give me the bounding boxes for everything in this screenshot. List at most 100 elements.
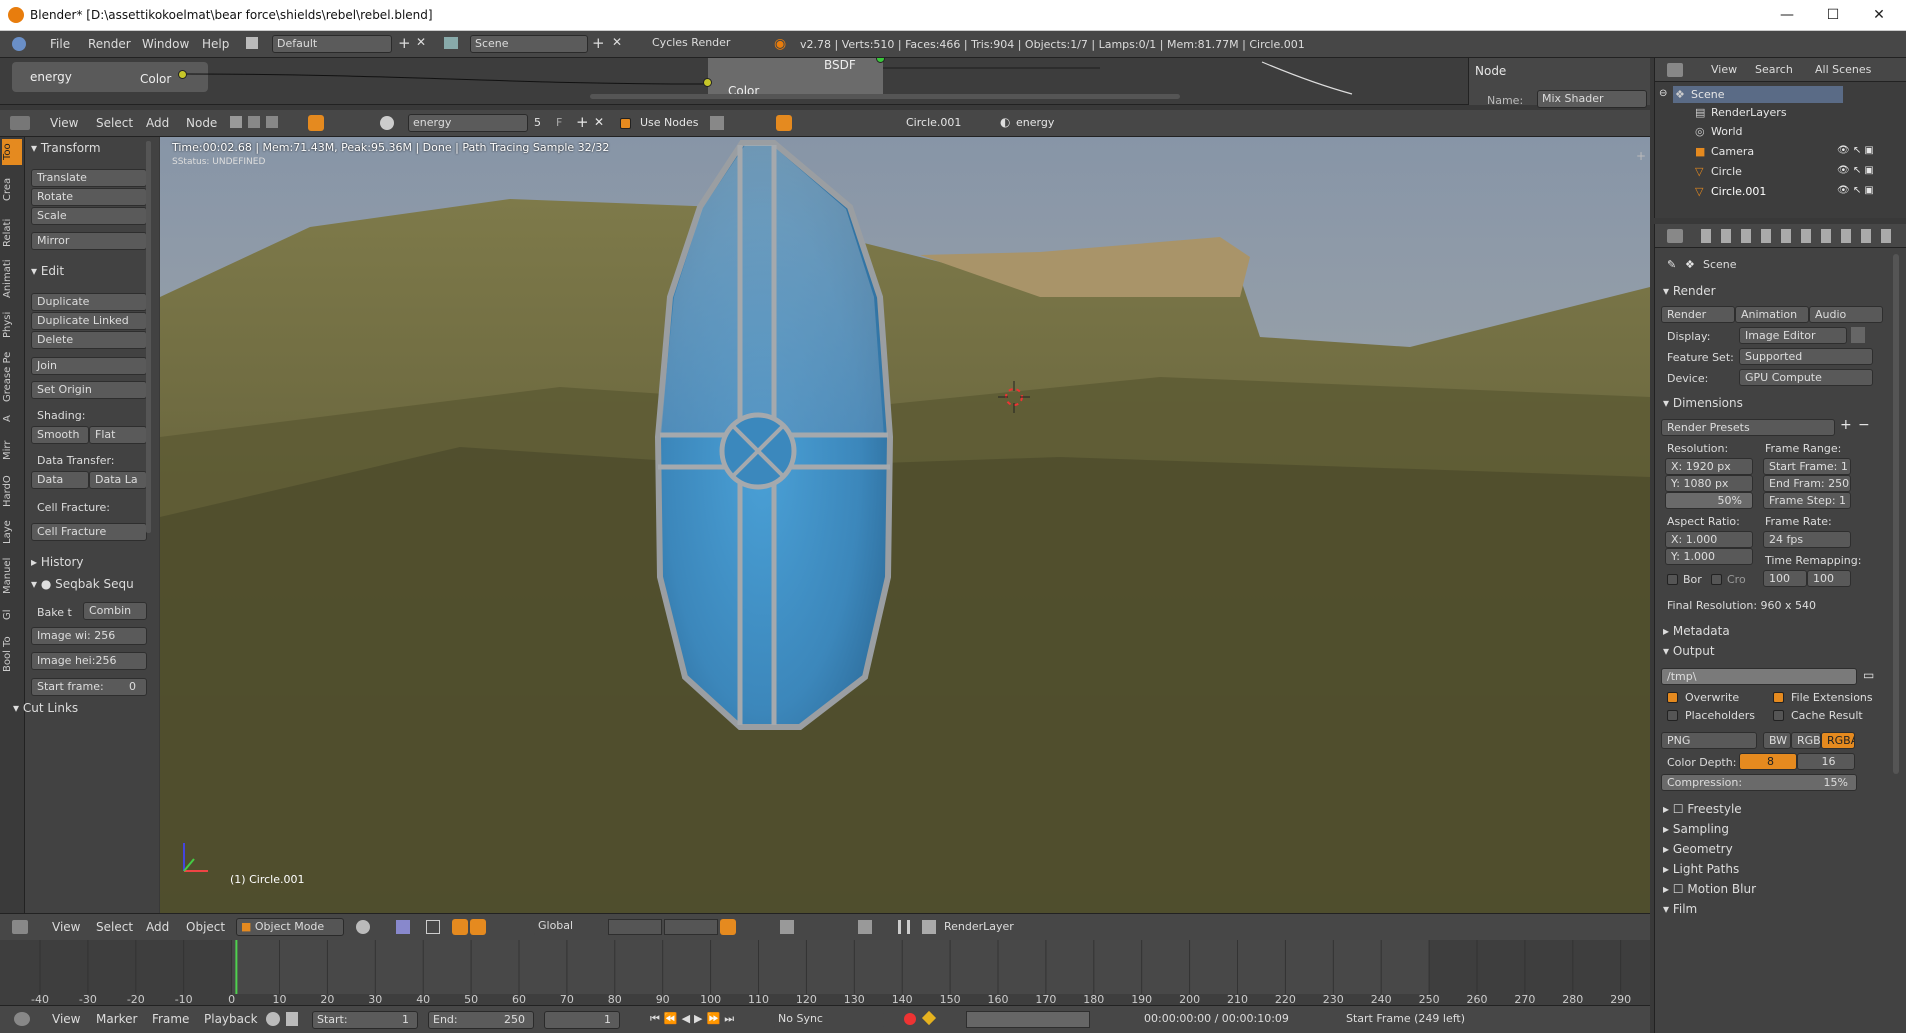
outliner-tab-all-scenes[interactable]: All Scenes — [1815, 63, 1871, 76]
minimize-button[interactable]: — — [1764, 0, 1810, 31]
close-button[interactable]: ✕ — [1856, 0, 1902, 31]
tab-mirror[interactable]: Mirr — [2, 433, 22, 467]
current-frame-field[interactable]: 1 — [544, 1011, 620, 1029]
mode-select[interactable]: ■ Object Mode — [236, 918, 344, 936]
expand-icon[interactable]: ⊖ — [1659, 88, 1667, 99]
keying-icon[interactable] — [266, 1012, 280, 1026]
use-nodes-checkbox[interactable] — [620, 118, 631, 129]
translate-button[interactable]: Translate — [31, 169, 147, 187]
translate-manipulator-icon[interactable] — [452, 919, 468, 935]
remap-old-field[interactable]: 100 — [1763, 570, 1807, 587]
frame-rate-select[interactable]: 24 fps — [1763, 531, 1851, 548]
pin-icon[interactable] — [710, 116, 724, 130]
tab-hardops[interactable]: HardO — [2, 471, 22, 511]
menu-render[interactable]: Render — [88, 37, 131, 51]
layers-grid-1[interactable] — [608, 919, 662, 935]
rgb-button[interactable]: RGB — [1791, 732, 1821, 749]
geometry-header[interactable]: ▸ Geometry — [1663, 842, 1733, 856]
start-field[interactable]: Start: 1 — [312, 1011, 418, 1029]
pin-context-icon[interactable]: ✎ — [1667, 258, 1676, 271]
snap-icon[interactable] — [776, 115, 792, 131]
transform-header[interactable]: ▾ Transform — [31, 141, 101, 155]
aspect-y-field[interactable]: Y: 1.000 — [1665, 548, 1753, 565]
node-menu-node[interactable]: Node — [186, 116, 217, 130]
sampling-header[interactable]: ▸ Sampling — [1663, 822, 1729, 836]
add-layout-icon[interactable]: + — [398, 34, 411, 52]
border-checkbox[interactable] — [1667, 574, 1678, 585]
shader-node[interactable]: BSDF Color — [708, 58, 883, 98]
node-name-field[interactable]: Mix Shader — [1537, 90, 1647, 108]
cell-fracture-button[interactable]: Cell Fracture — [31, 523, 147, 541]
remove-layout-icon[interactable]: ✕ — [416, 35, 426, 49]
new-material-icon[interactable]: + — [576, 113, 589, 131]
keyframe-icon[interactable] — [921, 1010, 937, 1026]
flat-button[interactable]: Flat — [89, 426, 147, 444]
view3d-menu-select[interactable]: Select — [96, 920, 133, 934]
maximize-button[interactable]: ☐ — [1810, 0, 1856, 31]
visibility-eye-icon-3[interactable]: 👁 ↖ ▣ — [1837, 185, 1874, 196]
film-header[interactable]: ▾ Film — [1663, 902, 1697, 916]
res-y-field[interactable]: Y: 1080 px — [1665, 475, 1753, 492]
tab-physics[interactable]: Physi — [2, 305, 22, 345]
scene-field[interactable]: Scene — [470, 35, 588, 53]
res-percent-field[interactable]: 50% — [1665, 492, 1753, 509]
add-preset-icon[interactable]: + — [1840, 417, 1852, 433]
image-width-field[interactable]: Image wi: 256 — [31, 627, 147, 645]
rotate-manipulator-icon[interactable] — [470, 919, 486, 935]
end-frame-field[interactable]: End Fram: 250 — [1763, 475, 1851, 492]
bw-button[interactable]: BW — [1763, 732, 1791, 749]
orientation-select[interactable]: Global — [534, 918, 602, 936]
properties-context-icons[interactable] — [1701, 229, 1891, 243]
object-type-icon[interactable] — [248, 116, 260, 128]
lock-interface-icon[interactable] — [1851, 327, 1865, 343]
visibility-eye-icon[interactable]: 👁 ↖ ▣ — [1837, 145, 1874, 156]
add-scene-icon[interactable]: + — [592, 34, 605, 52]
node-menu-add[interactable]: Add — [146, 116, 169, 130]
tab-grease-pencil[interactable]: Grease Pe — [2, 349, 22, 405]
render-layer-label[interactable]: RenderLayer — [944, 920, 1014, 933]
fake-user-button[interactable]: F — [556, 116, 562, 129]
3d-viewport[interactable]: SStatus: UNDEFINED (1) Circle.001 + — [160, 137, 1650, 913]
tab-a[interactable]: A — [2, 409, 22, 429]
aspect-x-field[interactable]: X: 1.000 — [1665, 531, 1753, 548]
outliner-label-circle001[interactable]: Circle.001 — [1711, 185, 1766, 198]
edit-header[interactable]: ▾ Edit — [31, 264, 64, 278]
timeline-ruler[interactable]: -40 -30 -20 -10 0 10 20 30 40 50 60 70 80 90 100 110 120… — [0, 940, 1650, 1005]
data-layout-button[interactable]: Data La — [89, 471, 147, 489]
material-browse-icon[interactable] — [380, 116, 394, 130]
timeline-area[interactable]: -40 -30 -20 -10 0 10 20 30 40 50 60 70 80 90 100 110 120… — [0, 940, 1650, 1005]
layout-icon[interactable] — [246, 37, 258, 49]
scene-icon[interactable] — [444, 37, 458, 49]
remove-scene-icon[interactable]: ✕ — [612, 35, 622, 49]
node-menu-select[interactable]: Select — [96, 116, 133, 130]
data-transfer-button[interactable]: Data — [31, 471, 89, 489]
sync-select[interactable]: No Sync — [774, 1011, 884, 1029]
delete-button[interactable]: Delete — [31, 331, 147, 349]
keying-set-field[interactable] — [966, 1011, 1090, 1028]
opengl-render-icon[interactable] — [858, 920, 872, 934]
placeholders-checkbox[interactable] — [1667, 710, 1678, 721]
output-path-field[interactable]: /tmp\ — [1661, 668, 1857, 685]
animation-button[interactable]: Animation — [1735, 306, 1809, 323]
manipulator-icon[interactable] — [426, 920, 440, 934]
material-name-field[interactable]: energy — [408, 114, 528, 132]
duplicate-linked-button[interactable]: Duplicate Linked — [31, 312, 147, 330]
remove-preset-icon[interactable]: − — [1858, 417, 1870, 433]
history-header[interactable]: ▸ History — [31, 555, 84, 569]
material-slot[interactable]: energy — [1016, 116, 1054, 129]
tab-relations[interactable]: Relati — [2, 213, 22, 253]
mirror-button[interactable]: Mirror — [31, 232, 147, 250]
device-select[interactable]: GPU Compute — [1739, 369, 1873, 386]
playback-controls[interactable]: ⏮⏪◀▶⏩⏭ — [650, 1012, 738, 1026]
pause-render-icon[interactable] — [898, 920, 910, 934]
timeline-editor-icon[interactable] — [14, 1012, 30, 1026]
timeline-menu-frame[interactable]: Frame — [152, 1012, 189, 1026]
outliner-label-camera[interactable]: Camera — [1711, 145, 1754, 158]
metadata-header[interactable]: ▸ Metadata — [1663, 624, 1730, 638]
3d-cursor-icon[interactable] — [998, 381, 1030, 413]
depth-16-button[interactable]: 16 — [1797, 753, 1855, 770]
menu-window[interactable]: Window — [142, 37, 189, 51]
tab-create[interactable]: Crea — [2, 169, 22, 209]
layout-field[interactable]: Default — [272, 35, 392, 53]
outliner-label-circle[interactable]: Circle — [1711, 165, 1742, 178]
